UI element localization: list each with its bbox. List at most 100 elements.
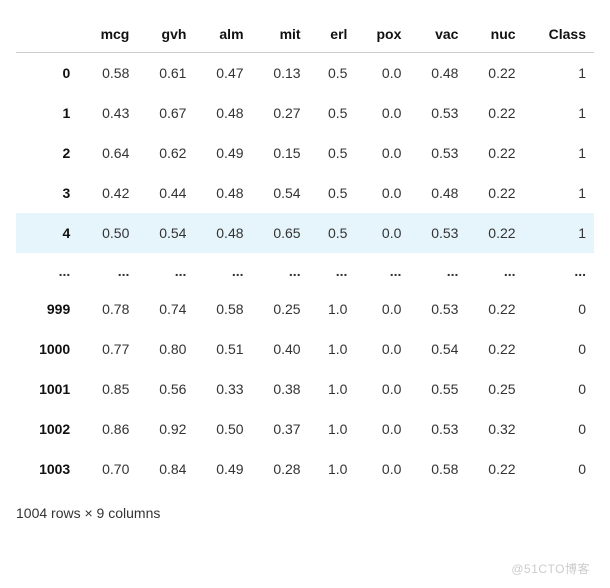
cell: 0.5 bbox=[309, 173, 356, 213]
cell: 0.0 bbox=[355, 93, 409, 133]
cell: 0.25 bbox=[252, 289, 309, 329]
cell: 0.5 bbox=[309, 53, 356, 94]
cell: 1.0 bbox=[309, 369, 356, 409]
cell: 0.53 bbox=[409, 289, 466, 329]
cell: 0.55 bbox=[409, 369, 466, 409]
cell: 0.22 bbox=[466, 133, 523, 173]
cell: 0.61 bbox=[137, 53, 194, 94]
table-row: 10010.850.560.330.381.00.00.550.250 bbox=[16, 369, 594, 409]
cell: 0.48 bbox=[194, 93, 251, 133]
cell: ... bbox=[252, 253, 309, 289]
index-header bbox=[16, 16, 78, 53]
cell: 0.27 bbox=[252, 93, 309, 133]
cell: 0.80 bbox=[137, 329, 194, 369]
cell: 0.22 bbox=[466, 329, 523, 369]
col-header: alm bbox=[194, 16, 251, 53]
cell: 0.48 bbox=[409, 53, 466, 94]
table-row: 40.500.540.480.650.50.00.530.221 bbox=[16, 213, 594, 253]
cell: 0 bbox=[524, 289, 594, 329]
cell: 1.0 bbox=[309, 289, 356, 329]
cell: 0.84 bbox=[137, 449, 194, 489]
cell: 0.48 bbox=[194, 173, 251, 213]
cell: 0.53 bbox=[409, 409, 466, 449]
cell: 0.0 bbox=[355, 133, 409, 173]
cell: 0.49 bbox=[194, 449, 251, 489]
col-header: gvh bbox=[137, 16, 194, 53]
cell: ... bbox=[309, 253, 356, 289]
cell: 0.5 bbox=[309, 213, 356, 253]
row-index: 1000 bbox=[16, 329, 78, 369]
col-header: vac bbox=[409, 16, 466, 53]
cell: 0.48 bbox=[409, 173, 466, 213]
cell: 1 bbox=[524, 93, 594, 133]
cell: 0.22 bbox=[466, 53, 523, 94]
row-index: 1001 bbox=[16, 369, 78, 409]
cell: 0.5 bbox=[309, 93, 356, 133]
cell: 0 bbox=[524, 409, 594, 449]
cell: 0.28 bbox=[252, 449, 309, 489]
row-index: 0 bbox=[16, 53, 78, 94]
col-header: mcg bbox=[78, 16, 137, 53]
cell: 0.44 bbox=[137, 173, 194, 213]
cell: 0.5 bbox=[309, 133, 356, 173]
cell: 0.85 bbox=[78, 369, 137, 409]
watermark-text: @51CTO博客 bbox=[511, 560, 590, 577]
table-row: 30.420.440.480.540.50.00.480.221 bbox=[16, 173, 594, 213]
cell: 1 bbox=[524, 133, 594, 173]
table-row: 10020.860.920.500.371.00.00.530.320 bbox=[16, 409, 594, 449]
cell: 0.15 bbox=[252, 133, 309, 173]
cell: 0.67 bbox=[137, 93, 194, 133]
cell: 0.40 bbox=[252, 329, 309, 369]
cell: 0.64 bbox=[78, 133, 137, 173]
cell: 0.13 bbox=[252, 53, 309, 94]
cell: 0.53 bbox=[409, 213, 466, 253]
cell: 0.38 bbox=[252, 369, 309, 409]
cell: 0.32 bbox=[466, 409, 523, 449]
summary-text: 1004 rows × 9 columns bbox=[16, 505, 594, 521]
cell: 0.0 bbox=[355, 369, 409, 409]
cell: 0.22 bbox=[466, 93, 523, 133]
table-row: 10000.770.800.510.401.00.00.540.220 bbox=[16, 329, 594, 369]
cell: 0 bbox=[524, 449, 594, 489]
row-index: 2 bbox=[16, 133, 78, 173]
cell: 0.74 bbox=[137, 289, 194, 329]
cell: 0.48 bbox=[194, 213, 251, 253]
cell: ... bbox=[355, 253, 409, 289]
row-index: 4 bbox=[16, 213, 78, 253]
cell: 0.0 bbox=[355, 173, 409, 213]
cell: 0.50 bbox=[78, 213, 137, 253]
row-index: 3 bbox=[16, 173, 78, 213]
cell: 0.70 bbox=[78, 449, 137, 489]
cell: 0.0 bbox=[355, 53, 409, 94]
cell: 0.22 bbox=[466, 449, 523, 489]
table-row: 00.580.610.470.130.50.00.480.221 bbox=[16, 53, 594, 94]
cell: ... bbox=[78, 253, 137, 289]
cell: 0.22 bbox=[466, 289, 523, 329]
cell: 0.56 bbox=[137, 369, 194, 409]
cell: 1.0 bbox=[309, 409, 356, 449]
cell: 0.50 bbox=[194, 409, 251, 449]
cell: 0.0 bbox=[355, 329, 409, 369]
cell: 0.77 bbox=[78, 329, 137, 369]
table-row: 10030.700.840.490.281.00.00.580.220 bbox=[16, 449, 594, 489]
dataframe-table: mcg gvh alm mit erl pox vac nuc Class 00… bbox=[16, 16, 594, 489]
col-header: mit bbox=[252, 16, 309, 53]
cell: 0.43 bbox=[78, 93, 137, 133]
cell: 0.0 bbox=[355, 449, 409, 489]
row-index: 999 bbox=[16, 289, 78, 329]
col-header: pox bbox=[355, 16, 409, 53]
cell: 0.78 bbox=[78, 289, 137, 329]
cell: 0.22 bbox=[466, 213, 523, 253]
cell: 0.54 bbox=[409, 329, 466, 369]
cell: 0.33 bbox=[194, 369, 251, 409]
cell: 0.53 bbox=[409, 93, 466, 133]
row-index: 1002 bbox=[16, 409, 78, 449]
cell: 0.58 bbox=[78, 53, 137, 94]
cell: 0.47 bbox=[194, 53, 251, 94]
cell: 0.0 bbox=[355, 409, 409, 449]
cell: 0.86 bbox=[78, 409, 137, 449]
table-row: 20.640.620.490.150.50.00.530.221 bbox=[16, 133, 594, 173]
cell: 1 bbox=[524, 53, 594, 94]
cell: 0.42 bbox=[78, 173, 137, 213]
cell: 0.0 bbox=[355, 289, 409, 329]
